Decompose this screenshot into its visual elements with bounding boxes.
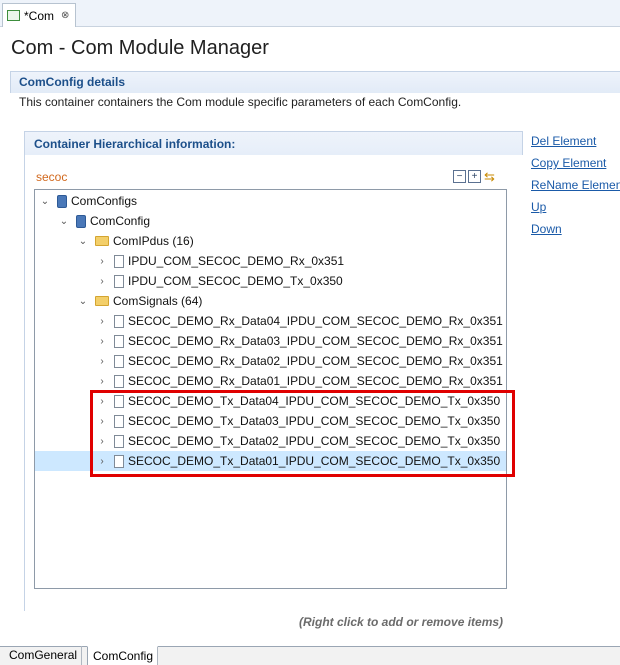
tree-row[interactable]: › IPDU_COM_SECOC_DEMO_Tx_0x350	[35, 271, 506, 291]
db-icon	[76, 214, 86, 228]
tree-row[interactable]: ⌄ ComConfig	[35, 211, 506, 231]
tree-row[interactable]: › SECOC_DEMO_Rx_Data01_IPDU_COM_SECOC_DEM…	[35, 371, 506, 391]
tree-toolbar: − + ⇆	[453, 170, 496, 183]
section-title: ComConfig details	[19, 75, 126, 89]
chevron-right-icon[interactable]: ›	[96, 336, 108, 347]
tree-row[interactable]: › SECOC_DEMO_Tx_Data04_IPDU_COM_SECOC_DEM…	[35, 391, 506, 411]
tree-row-label: ComConfigs	[71, 194, 138, 208]
folder-icon	[95, 296, 109, 306]
chevron-down-icon[interactable]: ⌄	[39, 196, 51, 207]
tree-row-label: SECOC_DEMO_Rx_Data04_IPDU_COM_SECOC_DEMO…	[128, 314, 503, 328]
close-icon[interactable]: ⊗	[61, 10, 69, 21]
rename-element-link[interactable]: ReName Element	[531, 177, 620, 199]
db-icon	[57, 194, 67, 208]
file-icon	[114, 454, 124, 468]
file-icon	[114, 434, 124, 448]
section-header: ComConfig details	[10, 71, 620, 93]
page-title: Com - Com Module Manager	[11, 37, 269, 59]
editor-tab-label: *Com	[24, 8, 55, 23]
down-link[interactable]: Down	[531, 221, 620, 243]
tree-row[interactable]: › SECOC_DEMO_Rx_Data04_IPDU_COM_SECOC_DEM…	[35, 311, 506, 331]
chevron-right-icon[interactable]: ›	[96, 456, 108, 467]
chevron-down-icon[interactable]: ⌄	[58, 216, 70, 227]
tree-row-label: SECOC_DEMO_Rx_Data03_IPDU_COM_SECOC_DEMO…	[128, 334, 503, 348]
chevron-right-icon[interactable]: ›	[96, 416, 108, 427]
folder-icon	[95, 236, 109, 246]
tree-row[interactable]: › SECOC_DEMO_Tx_Data02_IPDU_COM_SECOC_DEM…	[35, 431, 506, 451]
up-link[interactable]: Up	[531, 199, 620, 221]
chevron-right-icon[interactable]: ›	[96, 396, 108, 407]
editor-tab-com[interactable]: *Com ⊗	[2, 3, 77, 27]
file-icon	[114, 394, 124, 408]
action-links: Del Element Copy Element ReName Element Up D…	[531, 133, 620, 243]
chevron-right-icon[interactable]: ›	[96, 316, 108, 327]
copy-element-link[interactable]: Copy Element	[531, 155, 620, 177]
chevron-down-icon[interactable]: ⌄	[77, 296, 89, 307]
page-tab-comgeneral[interactable]: ComGeneral	[4, 646, 83, 665]
tree-root-label: secoc	[36, 170, 68, 184]
tree-row-label: ComIPdus (16)	[113, 234, 194, 248]
tree-row[interactable]: › SECOC_DEMO_Tx_Data01_IPDU_COM_SECOC_DEM…	[35, 451, 506, 471]
hierarchy-group-title: Container Hierarchical information:	[34, 137, 236, 151]
expand-all-icon[interactable]: +	[468, 170, 481, 183]
tree-row-label: SECOC_DEMO_Tx_Data03_IPDU_COM_SECOC_DEMO…	[128, 414, 501, 428]
file-icon	[114, 334, 124, 348]
tree-row[interactable]: › SECOC_DEMO_Tx_Data03_IPDU_COM_SECOC_DEM…	[35, 411, 506, 431]
file-icon	[114, 254, 124, 268]
tree-row[interactable]: › SECOC_DEMO_Rx_Data03_IPDU_COM_SECOC_DEM…	[35, 331, 506, 351]
file-icon	[114, 374, 124, 388]
del-element-link[interactable]: Del Element	[531, 133, 620, 155]
tree-row[interactable]: › SECOC_DEMO_Rx_Data02_IPDU_COM_SECOC_DEM…	[35, 351, 506, 371]
tree-row-label: IPDU_COM_SECOC_DEMO_Rx_0x351	[128, 254, 345, 268]
tree-row[interactable]: › IPDU_COM_SECOC_DEMO_Rx_0x351	[35, 251, 506, 271]
chevron-right-icon[interactable]: ›	[96, 256, 108, 267]
section-description: This container containers the Com module…	[19, 95, 462, 109]
chevron-right-icon[interactable]: ›	[96, 436, 108, 447]
chevron-down-icon[interactable]: ⌄	[77, 236, 89, 247]
chevron-right-icon[interactable]: ›	[96, 276, 108, 287]
sync-icon[interactable]: ⇆	[483, 170, 496, 183]
hint-text: (Right click to add or remove items)	[299, 615, 504, 629]
tree-row-label: SECOC_DEMO_Rx_Data02_IPDU_COM_SECOC_DEMO…	[128, 354, 503, 368]
collapse-all-icon[interactable]: −	[453, 170, 466, 183]
tree-row[interactable]: ⌄ ComIPdus (16)	[35, 231, 506, 251]
file-icon	[114, 314, 124, 328]
tree-row-label: SECOC_DEMO_Tx_Data04_IPDU_COM_SECOC_DEMO…	[128, 394, 501, 408]
tree-row-label: IPDU_COM_SECOC_DEMO_Tx_0x350	[128, 274, 343, 288]
editor-tab-strip: *Com ⊗	[0, 0, 620, 27]
file-icon	[114, 274, 124, 288]
tree-row[interactable]: ⌄ ComSignals (64)	[35, 291, 506, 311]
tree-row-label: SECOC_DEMO_Tx_Data01_IPDU_COM_SECOC_DEMO…	[128, 454, 501, 468]
chevron-right-icon[interactable]: ›	[96, 376, 108, 387]
tree-row-label: ComSignals (64)	[113, 294, 203, 308]
hierarchy-group-header: Container Hierarchical information:	[25, 131, 523, 155]
tree-row-label: SECOC_DEMO_Tx_Data02_IPDU_COM_SECOC_DEMO…	[128, 434, 501, 448]
page-tab-comconfig[interactable]: ComConfig	[87, 646, 159, 665]
file-icon	[114, 414, 124, 428]
tree-row-label: SECOC_DEMO_Rx_Data01_IPDU_COM_SECOC_DEMO…	[128, 374, 503, 388]
tree-row[interactable]: ⌄ ComConfigs	[35, 191, 506, 211]
page-header: Com - Com Module Manager	[0, 27, 620, 67]
editor-file-icon	[7, 10, 20, 21]
hierarchy-tree[interactable]: ⌄ ComConfigs ⌄ ComConfig ⌄ ComIPdus (16) › IPDU…	[34, 189, 507, 589]
chevron-right-icon[interactable]: ›	[96, 356, 108, 367]
page-tab-strip: ComGeneral ComConfig	[0, 646, 620, 665]
file-icon	[114, 354, 124, 368]
tree-row-label: ComConfig	[90, 214, 151, 228]
